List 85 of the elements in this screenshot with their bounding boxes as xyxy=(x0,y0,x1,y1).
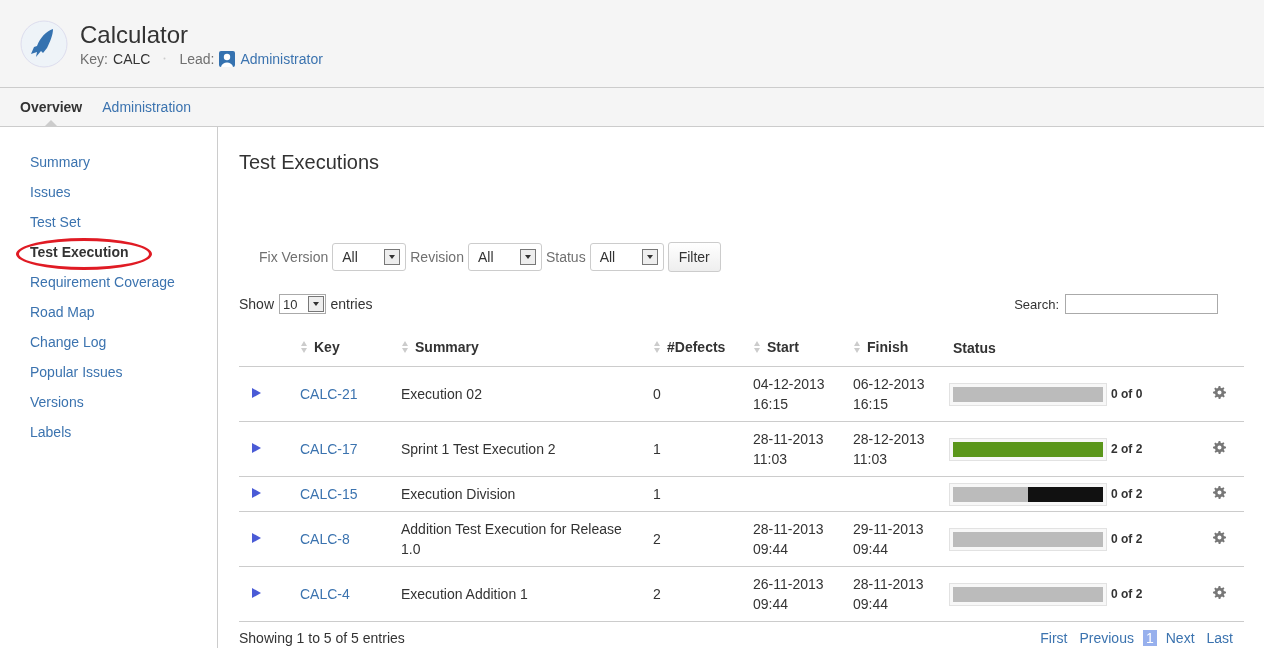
column-header[interactable]: #Defects xyxy=(667,339,726,355)
settings-icon[interactable] xyxy=(1213,486,1226,499)
sidebar-link[interactable]: Summary xyxy=(30,154,90,170)
lead-link[interactable]: Administrator xyxy=(240,50,323,67)
defects-count: 0 xyxy=(653,386,661,402)
sidebar-link[interactable]: Issues xyxy=(30,184,71,200)
summary-text: Execution Addition 1 xyxy=(401,586,528,602)
issue-key-link[interactable]: CALC-15 xyxy=(300,486,358,502)
sidebar-link[interactable]: Change Log xyxy=(30,334,107,350)
table-info: Showing 1 to 5 of 5 entries xyxy=(239,630,405,646)
column-header[interactable]: Start xyxy=(767,339,799,355)
defects-count: 2 xyxy=(653,586,661,602)
settings-icon[interactable] xyxy=(1213,386,1226,399)
sidebar-link[interactable]: Versions xyxy=(30,394,84,410)
date-text: 28-11-2013 11:03 xyxy=(753,430,825,469)
nav-tab[interactable]: Administration xyxy=(102,88,191,126)
dropdown-caret-icon xyxy=(641,249,658,265)
project-avatar-icon xyxy=(20,19,68,68)
summary-text: Execution Division xyxy=(401,486,516,502)
filter-dropdown[interactable]: All xyxy=(589,243,664,271)
sidebar-link[interactable]: Road Map xyxy=(30,304,95,320)
settings-icon[interactable] xyxy=(1213,441,1226,454)
date-text: 28-11-2013 09:44 xyxy=(753,520,825,559)
sidebar-link[interactable]: Popular Issues xyxy=(30,364,123,380)
date-text: 04-12-2013 16:15 xyxy=(753,375,826,414)
settings-icon[interactable] xyxy=(1213,586,1226,599)
expand-icon[interactable] xyxy=(251,487,262,499)
date-text: 06-12-2013 16:15 xyxy=(853,375,926,414)
sidebar-link[interactable]: Requirement Coverage xyxy=(30,274,175,290)
issue-key-link[interactable]: CALC-17 xyxy=(300,441,358,457)
page-title: Test Executions xyxy=(239,151,381,175)
sidebar-link[interactable]: Test Set xyxy=(30,214,81,230)
filter-dropdown[interactable]: All xyxy=(332,243,407,271)
project-key: CALC xyxy=(113,50,151,67)
column-header[interactable]: Key xyxy=(314,339,340,355)
issue-key-link[interactable]: CALC-21 xyxy=(300,386,358,402)
entries-label: entries xyxy=(330,296,373,312)
search-label: Search: xyxy=(1014,296,1059,312)
user-icon xyxy=(219,50,236,67)
filter-label: Revision xyxy=(410,249,464,265)
dropdown-caret-icon xyxy=(307,296,324,312)
date-text: 28-11-2013 09:44 xyxy=(853,575,925,614)
filter-label: Status xyxy=(545,249,586,265)
filter-button[interactable]: Filter xyxy=(667,242,721,272)
date-text: 26-11-2013 09:44 xyxy=(753,575,825,614)
pagination-link[interactable]: Previous xyxy=(1076,630,1137,646)
summary-text: Addition Test Execution for Release 1.0 xyxy=(401,521,622,557)
status-count: 0 of 0 xyxy=(1111,386,1143,403)
column-header: Status xyxy=(953,340,996,356)
nav-tab[interactable]: Overview xyxy=(20,88,83,126)
expand-icon[interactable] xyxy=(251,532,262,544)
lead-label: Lead: xyxy=(179,50,215,67)
status-count: 0 of 2 xyxy=(1111,586,1143,603)
column-header[interactable]: Finish xyxy=(867,339,909,355)
defects-count: 1 xyxy=(653,486,661,502)
show-label: Show xyxy=(239,296,275,312)
issue-key-link[interactable]: CALC-8 xyxy=(300,531,350,547)
sidebar-link[interactable]: Test Execution xyxy=(30,244,129,260)
summary-text: Sprint 1 Test Execution 2 xyxy=(401,441,556,457)
date-text: 28-12-2013 11:03 xyxy=(853,430,926,469)
sidebar-link[interactable]: Labels xyxy=(30,424,72,440)
page-size-dropdown[interactable]: 10 xyxy=(279,294,326,314)
column-header[interactable]: Summary xyxy=(415,339,479,355)
expand-icon[interactable] xyxy=(251,442,262,454)
defects-count: 2 xyxy=(653,531,661,547)
pagination-link[interactable]: Last xyxy=(1203,630,1236,646)
key-label: Key: xyxy=(80,50,108,67)
status-count: 0 of 2 xyxy=(1111,531,1143,548)
defects-count: 1 xyxy=(653,441,661,457)
expand-icon[interactable] xyxy=(251,587,262,599)
dropdown-caret-icon xyxy=(519,249,536,265)
status-count: 0 of 2 xyxy=(1111,486,1143,503)
pagination-link[interactable]: Next xyxy=(1162,630,1198,646)
issue-key-link[interactable]: CALC-4 xyxy=(300,586,350,602)
dropdown-caret-icon xyxy=(384,249,401,265)
expand-icon[interactable] xyxy=(251,387,262,399)
pagination-link[interactable]: First xyxy=(1037,630,1071,646)
search-field[interactable] xyxy=(1065,294,1218,314)
filter-dropdown[interactable]: All xyxy=(467,243,542,271)
project-title: Calculator xyxy=(80,20,190,49)
date-text: 29-11-2013 09:44 xyxy=(853,520,925,559)
filter-label: Fix Version xyxy=(259,249,329,265)
status-count: 2 of 2 xyxy=(1111,441,1143,458)
settings-icon[interactable] xyxy=(1213,531,1226,544)
summary-text: Execution 02 xyxy=(401,386,482,402)
